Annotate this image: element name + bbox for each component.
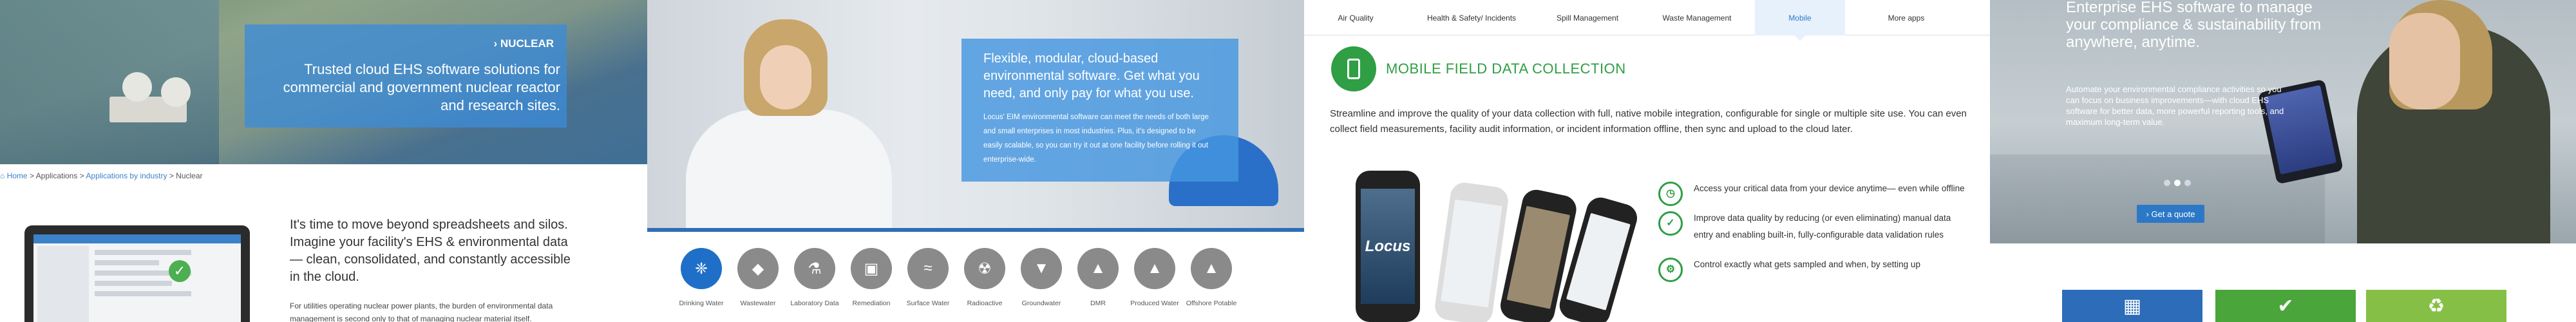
clock-icon: ◷: [1658, 182, 1683, 206]
feature-text: Access your critical data from your devi…: [1694, 184, 1965, 193]
mobile-phone-icon: [1331, 46, 1376, 91]
phone-image: Locus: [1356, 171, 1420, 322]
hero-subtext: Automate your environmental compliance a…: [2066, 84, 2284, 127]
carousel-dot[interactable]: [2184, 180, 2191, 186]
hero-tagline: Trusted cloud EHS software solutions for…: [283, 61, 560, 113]
industry-item[interactable]: ▣ Remediation: [843, 248, 900, 319]
feature-item: ✓ Improve data quality by reducing (or ev…: [1658, 210, 1967, 243]
phone-image: [1433, 180, 1510, 322]
industry-item[interactable]: ▲ DMR: [1070, 248, 1126, 319]
mobile-apps-panel: Air Quality Health & Safety/ Incidents Spi…: [1304, 0, 1990, 322]
building-icon: ▦: [2123, 295, 2142, 317]
industry-label: Wastewater: [740, 299, 776, 307]
hero-overlay: Flexible, modular, cloud-based environme…: [961, 39, 1238, 182]
recycle-icon: ♻: [2427, 295, 2445, 317]
settings-icon: ⚙: [1658, 258, 1683, 282]
industry-item[interactable]: ▲ Offshore Potable: [1183, 248, 1240, 319]
breadcrumb: ⌂ Home > Applications > Applications by …: [0, 171, 203, 180]
breadcrumb-by-industry[interactable]: Applications by industry: [86, 171, 167, 180]
get-a-quote-button[interactable]: › Get a quote: [2137, 205, 2204, 223]
section-title: MOBILE FIELD DATA COLLECTION: [1386, 61, 1626, 77]
body-text: For utilities operating nuclear power pl…: [290, 301, 553, 322]
feature-item: ⚙ Control exactly what gets sampled and w…: [1658, 256, 1967, 282]
industry-label: Offshore Potable: [1186, 299, 1237, 307]
truck-icon: ▣: [851, 248, 892, 289]
offshore-potable-icon: ▲: [1191, 248, 1232, 289]
wastewater-icon: ◆: [737, 248, 779, 289]
industry-label: DMR: [1090, 299, 1106, 307]
nuclear-hero: › NUCLEAR Trusted cloud EHS software sol…: [0, 0, 647, 164]
produced-water-icon: ▲: [1134, 248, 1175, 289]
industry-label: Groundwater: [1021, 299, 1061, 307]
checkmark-icon: ✔: [2277, 295, 2294, 317]
home-icon[interactable]: ⌂: [0, 171, 5, 180]
locus-logo: Locus: [1361, 189, 1415, 304]
industry-icon-row: ❈ Drinking Water ◆ Wastewater ⚗ Laboratory Da…: [673, 248, 1291, 319]
industry-label: Produced Water: [1130, 299, 1179, 307]
dmr-icon: ▲: [1077, 248, 1119, 289]
checkmark-icon: ✓: [1658, 211, 1683, 236]
nuclear-page-panel: › NUCLEAR Trusted cloud EHS software sol…: [0, 0, 647, 322]
section-description: Streamline and improve the quality of yo…: [1330, 108, 1967, 135]
breadcrumb-applications[interactable]: Applications: [36, 171, 78, 180]
tab-air-quality[interactable]: Air Quality: [1304, 0, 1407, 35]
intro-text: It's time to move beyond spreadsheets an…: [290, 218, 571, 284]
feature-text: Improve data quality by reducing (or eve…: [1694, 213, 1951, 240]
tile-recycle[interactable]: ♻: [2366, 290, 2506, 322]
industry-item[interactable]: ❈ Drinking Water: [673, 248, 730, 319]
carousel-dot[interactable]: [2164, 180, 2170, 186]
breadcrumb-current: Nuclear: [176, 171, 203, 180]
feature-text: Control exactly what gets sampled and wh…: [1694, 260, 1920, 269]
industry-item[interactable]: ☢ Radioactive: [956, 248, 1013, 319]
hero-nuclear-label[interactable]: › NUCLEAR: [494, 37, 554, 50]
water-drop-icon: ❈: [681, 248, 722, 289]
surface-water-icon: ≈: [907, 248, 949, 289]
industry-item[interactable]: ≈ Surface Water: [900, 248, 956, 319]
groundwater-icon: ▼: [1021, 248, 1062, 289]
industry-label: Surface Water: [906, 299, 950, 307]
tab-mobile[interactable]: Mobile: [1755, 0, 1845, 41]
checkmark-icon: ✓: [169, 260, 191, 282]
tab-spill-management[interactable]: Spill Management: [1536, 0, 1639, 35]
hero-headline: Enterprise EHS software to manage your c…: [2066, 0, 2322, 51]
industries-panel: Flexible, modular, cloud-based environme…: [647, 0, 1304, 322]
tab-waste-management[interactable]: Waste Management: [1639, 0, 1755, 35]
hero-overlay: › NUCLEAR Trusted cloud EHS software sol…: [245, 24, 567, 128]
laptop-screenshot-image: ✓: [24, 225, 250, 322]
industry-item[interactable]: ◆ Wastewater: [730, 248, 786, 319]
carousel-dot[interactable]: [2174, 180, 2181, 186]
industry-label: Laboratory Data: [790, 299, 839, 307]
overlay-headline: Flexible, modular, cloud-based environme…: [983, 52, 1200, 100]
carousel-dots: [2164, 180, 2191, 186]
breadcrumb-home[interactable]: Home: [7, 171, 28, 180]
tab-more-apps[interactable]: More apps: [1845, 0, 1967, 35]
phones-image: Locus: [1343, 164, 1641, 322]
feature-item: ◷ Access your critical data from your dev…: [1658, 180, 1967, 206]
industry-label: Radioactive: [967, 299, 1003, 307]
industry-label: Remediation: [852, 299, 891, 307]
tab-health-safety-incidents[interactable]: Health & Safety/ Incidents: [1407, 0, 1536, 35]
industry-label: Drinking Water: [679, 299, 724, 307]
industry-item[interactable]: ▲ Produced Water: [1126, 248, 1183, 319]
flask-icon: ⚗: [794, 248, 835, 289]
app-tab-bar: Air Quality Health & Safety/ Incidents Spi…: [1304, 0, 1990, 41]
tile-building[interactable]: ▦: [2062, 290, 2202, 322]
overlay-subtext: Locus' EIM environmental software can me…: [983, 113, 1209, 164]
industry-item[interactable]: ▼ Groundwater: [1013, 248, 1070, 319]
feature-list: ◷ Access your critical data from your dev…: [1658, 180, 1967, 286]
enterprise-hero-panel: Enterprise EHS software to manage your c…: [1990, 0, 2576, 322]
industry-item[interactable]: ⚗ Laboratory Data: [786, 248, 843, 319]
radioactive-icon: ☢: [964, 248, 1005, 289]
tile-checkmark[interactable]: ✔: [2215, 290, 2356, 322]
